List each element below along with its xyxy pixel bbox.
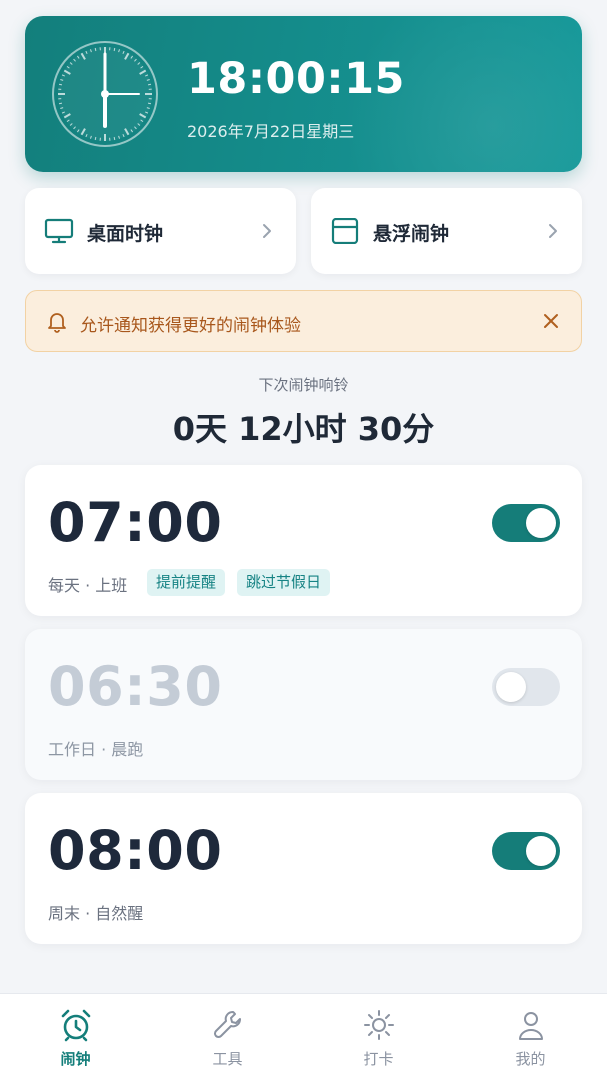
current-date: 2026年7月22日星期三	[187, 122, 355, 141]
alarm-card[interactable]: 08:00 周末 · 自然醒	[25, 793, 582, 944]
alarm-tag-skip-holidays: 跳过节假日	[237, 569, 331, 596]
user-icon	[519, 1012, 543, 1040]
clock-tick	[113, 47, 116, 52]
chevron-right-icon	[549, 224, 557, 238]
nav-label: 工具	[212, 1050, 243, 1068]
floating-alarm-label: 悬浮闹钟	[373, 223, 450, 245]
clock-tick	[58, 102, 63, 105]
notification-permission-banner[interactable]: 允许通知获得更好的闹钟体验	[25, 290, 582, 352]
nav-label: 我的	[515, 1050, 546, 1068]
clock-tick	[147, 102, 152, 105]
monitor-icon	[44, 218, 74, 244]
alarm-time: 07:00	[48, 491, 223, 554]
nav-tab-tools[interactable]: 工具	[152, 994, 303, 1080]
sun-icon	[364, 1010, 394, 1040]
window-icon	[331, 218, 359, 244]
clock-tick	[113, 136, 116, 141]
nav-tab-profile[interactable]: 我的	[455, 994, 606, 1080]
desktop-clock-button[interactable]: 桌面时钟	[25, 188, 296, 274]
clock-tick	[94, 47, 97, 52]
next-alarm-countdown: 0天 12小时 30分	[172, 410, 435, 448]
alarm-time: 06:30	[48, 655, 223, 718]
analog-clock-icon	[52, 41, 158, 147]
clock-tick	[58, 83, 63, 86]
alarm-toggle[interactable]	[492, 504, 560, 542]
alarm-description: 周末 · 自然醒	[48, 904, 144, 923]
close-icon[interactable]	[543, 313, 559, 329]
alarm-time: 08:00	[48, 819, 223, 882]
nav-tab-alarm[interactable]: 闹钟	[0, 994, 151, 1080]
alarm-tag-advance-reminder: 提前提醒	[147, 569, 226, 596]
clock-header-card: 18:00:15 2026年7月22日星期三	[25, 16, 582, 172]
alarm-card[interactable]: 06:30 工作日 · 晨跑	[25, 629, 582, 780]
alarm-toggle[interactable]	[492, 668, 560, 706]
toggle-knob	[526, 508, 556, 538]
nav-label: 闹钟	[60, 1050, 91, 1068]
current-time: 18:00:15	[187, 54, 405, 104]
clock-tick	[94, 136, 97, 141]
wrench-icon	[213, 1011, 241, 1039]
alarm-toggle[interactable]	[492, 832, 560, 870]
floating-alarm-button[interactable]: 悬浮闹钟	[311, 188, 582, 274]
toggle-knob	[526, 836, 556, 866]
alarm-description: 每天 · 上班	[48, 576, 128, 595]
nav-label: 打卡	[363, 1050, 394, 1068]
bottom-navigation: 闹钟 工具 打卡 我的	[0, 993, 607, 1080]
desktop-clock-label: 桌面时钟	[87, 223, 164, 245]
alarm-description: 工作日 · 晨跑	[48, 740, 144, 759]
next-alarm-label: 下次闹钟响铃	[258, 376, 349, 394]
nav-tab-checkin[interactable]: 打卡	[303, 994, 454, 1080]
toggle-knob	[496, 672, 526, 702]
alarm-card[interactable]: 07:00 每天 · 上班 提前提醒 跳过节假日	[25, 465, 582, 616]
alarm-clock-icon	[61, 1009, 91, 1042]
clock-tick	[147, 83, 152, 86]
chevron-right-icon	[263, 224, 271, 238]
notice-text: 允许通知获得更好的闹钟体验	[80, 316, 301, 336]
bell-icon	[48, 313, 66, 333]
